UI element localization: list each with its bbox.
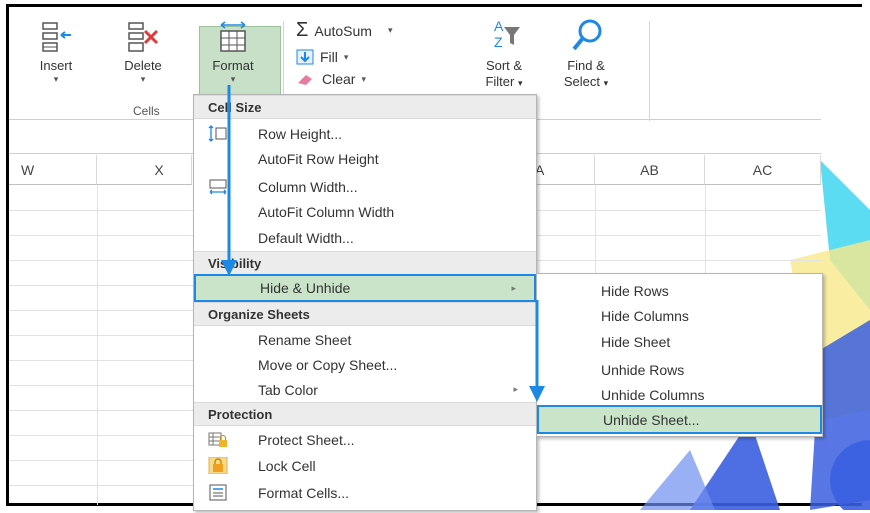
screenshot-frame: Insert ▾ Delete ▾ Format ▾ Cells Σ AutoS… (0, 0, 870, 513)
guide-arrows (221, 85, 545, 402)
